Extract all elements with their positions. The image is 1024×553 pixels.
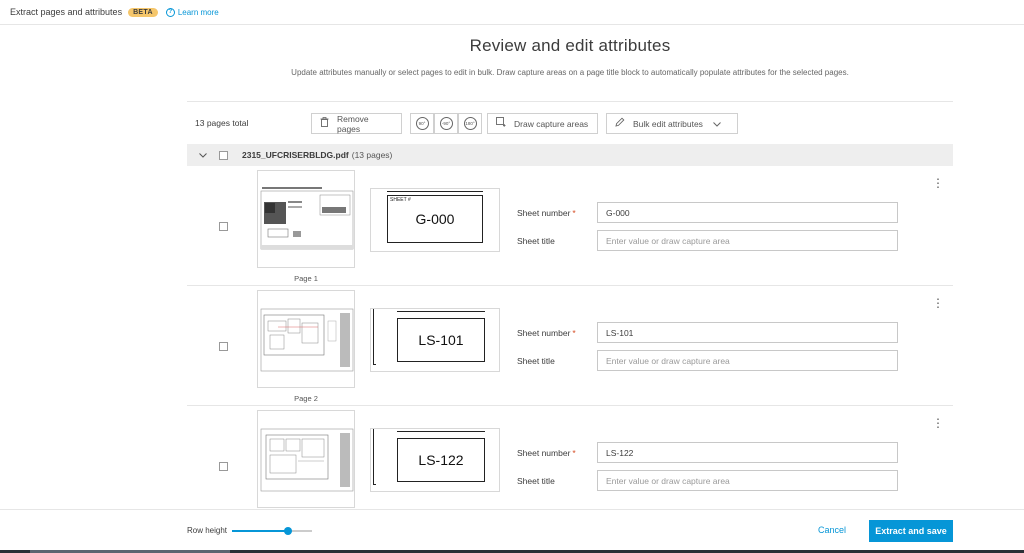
sheet-number-input[interactable]: LS-122	[597, 442, 898, 463]
slider-fill	[232, 530, 288, 532]
sheet-title-input[interactable]: Enter value or draw capture area	[597, 350, 898, 371]
capture-preview[interactable]: LS-122	[370, 428, 500, 492]
bulk-edit-attributes-label: Bulk edit attributes	[633, 118, 703, 129]
rotate-neg90-button[interactable]: -90°	[434, 113, 458, 134]
more-options-icon[interactable]: ⋮	[932, 417, 944, 429]
trash-icon	[320, 117, 329, 130]
page-row: Page 2 LS-101 Sheet number * LS-101 Sheet…	[187, 286, 953, 406]
sheet-number-label: Sheet number *	[517, 208, 576, 218]
capture-small-label: SHEET #	[390, 197, 411, 203]
rotate-left-icon: -90°	[439, 117, 453, 130]
file-page-count: (13 pages)	[351, 150, 393, 160]
rotate-180-button[interactable]: 180°	[458, 113, 482, 134]
sheet-title-label: Sheet title	[517, 476, 555, 486]
page-label: Page 2	[294, 394, 318, 403]
file-name: 2315_UFCRISERBLDG.pdf	[242, 150, 349, 160]
pages-total: 13 pages total	[195, 118, 249, 128]
sheet-title-input[interactable]: Enter value or draw capture area	[597, 230, 898, 251]
remove-pages-label: Remove pages	[337, 113, 369, 134]
page-row: LS-122 Sheet number * LS-122 Sheet title …	[187, 406, 953, 509]
top-bar: Extract pages and attributes BETA ? Lear…	[0, 0, 1024, 25]
chevron-down-icon[interactable]	[199, 150, 209, 160]
page-title: Review and edit attributes	[469, 36, 671, 55]
capture-preview[interactable]: LS-101	[370, 308, 500, 372]
app-title: Extract pages and attributes	[10, 7, 123, 17]
chevron-down-icon	[713, 119, 721, 129]
slider-handle[interactable]	[284, 527, 292, 535]
page-select-checkbox[interactable]	[219, 342, 228, 351]
learn-more-link[interactable]: ? Learn more	[165, 7, 219, 17]
page-thumbnail[interactable]	[257, 290, 355, 388]
rotate-right-icon: 90°	[415, 117, 429, 130]
bulk-edit-attributes-button[interactable]: Bulk edit attributes	[606, 113, 738, 134]
pencil-icon	[615, 117, 625, 130]
capture-preview[interactable]: G-000 SHEET #	[370, 188, 500, 252]
file-group-header: 2315_UFCRISERBLDG.pdf (13 pages)	[187, 144, 953, 166]
capture-box: LS-122	[397, 438, 485, 482]
cancel-button[interactable]: Cancel	[818, 525, 846, 535]
draw-capture-areas-label: Draw capture areas	[514, 118, 589, 129]
toolbar: 13 pages total Remove pages 90° -90° 180…	[187, 101, 953, 144]
capture-value: LS-101	[418, 332, 464, 348]
capture-value: G-000	[415, 211, 455, 227]
capture-box: LS-101	[397, 318, 485, 362]
more-options-icon[interactable]: ⋮	[932, 297, 944, 309]
row-height-label: Row height	[187, 526, 228, 535]
sheet-title-label: Sheet title	[517, 356, 555, 366]
row-height-slider[interactable]	[232, 527, 312, 535]
sheet-title-input[interactable]: Enter value or draw capture area	[597, 470, 898, 491]
capture-area-icon	[496, 117, 506, 130]
extract-and-save-button[interactable]: Extract and save	[869, 520, 953, 542]
page-label: Page 1	[294, 274, 318, 283]
draw-capture-areas-button[interactable]: Draw capture areas	[487, 113, 598, 134]
footer-bar: Row height Cancel Extract and save	[0, 509, 1024, 550]
page-row: Page 1 G-000 SHEET # Sheet number * G-000…	[187, 166, 953, 286]
rotate-90-button[interactable]: 90°	[410, 113, 434, 134]
page-thumbnail[interactable]	[257, 170, 355, 268]
page-select-checkbox[interactable]	[219, 462, 228, 471]
beta-badge: BETA	[128, 7, 158, 17]
page-thumbnail[interactable]	[257, 410, 355, 508]
page-select-checkbox[interactable]	[219, 222, 228, 231]
page-subtitle: Update attributes manually or select pag…	[291, 68, 849, 77]
sheet-title-label: Sheet title	[517, 236, 555, 246]
rotate-180-icon: 180°	[463, 117, 477, 130]
sheet-number-label: Sheet number *	[517, 448, 576, 458]
sheet-number-label: Sheet number *	[517, 328, 576, 338]
more-options-icon[interactable]: ⋮	[932, 177, 944, 189]
file-select-checkbox[interactable]	[219, 150, 228, 160]
sheet-number-input[interactable]: LS-101	[597, 322, 898, 343]
learn-more-label: Learn more	[177, 7, 219, 17]
sheet-number-input[interactable]: G-000	[597, 202, 898, 223]
help-icon: ?	[165, 7, 175, 17]
capture-value: LS-122	[418, 452, 464, 468]
remove-pages-button[interactable]: Remove pages	[311, 113, 402, 134]
